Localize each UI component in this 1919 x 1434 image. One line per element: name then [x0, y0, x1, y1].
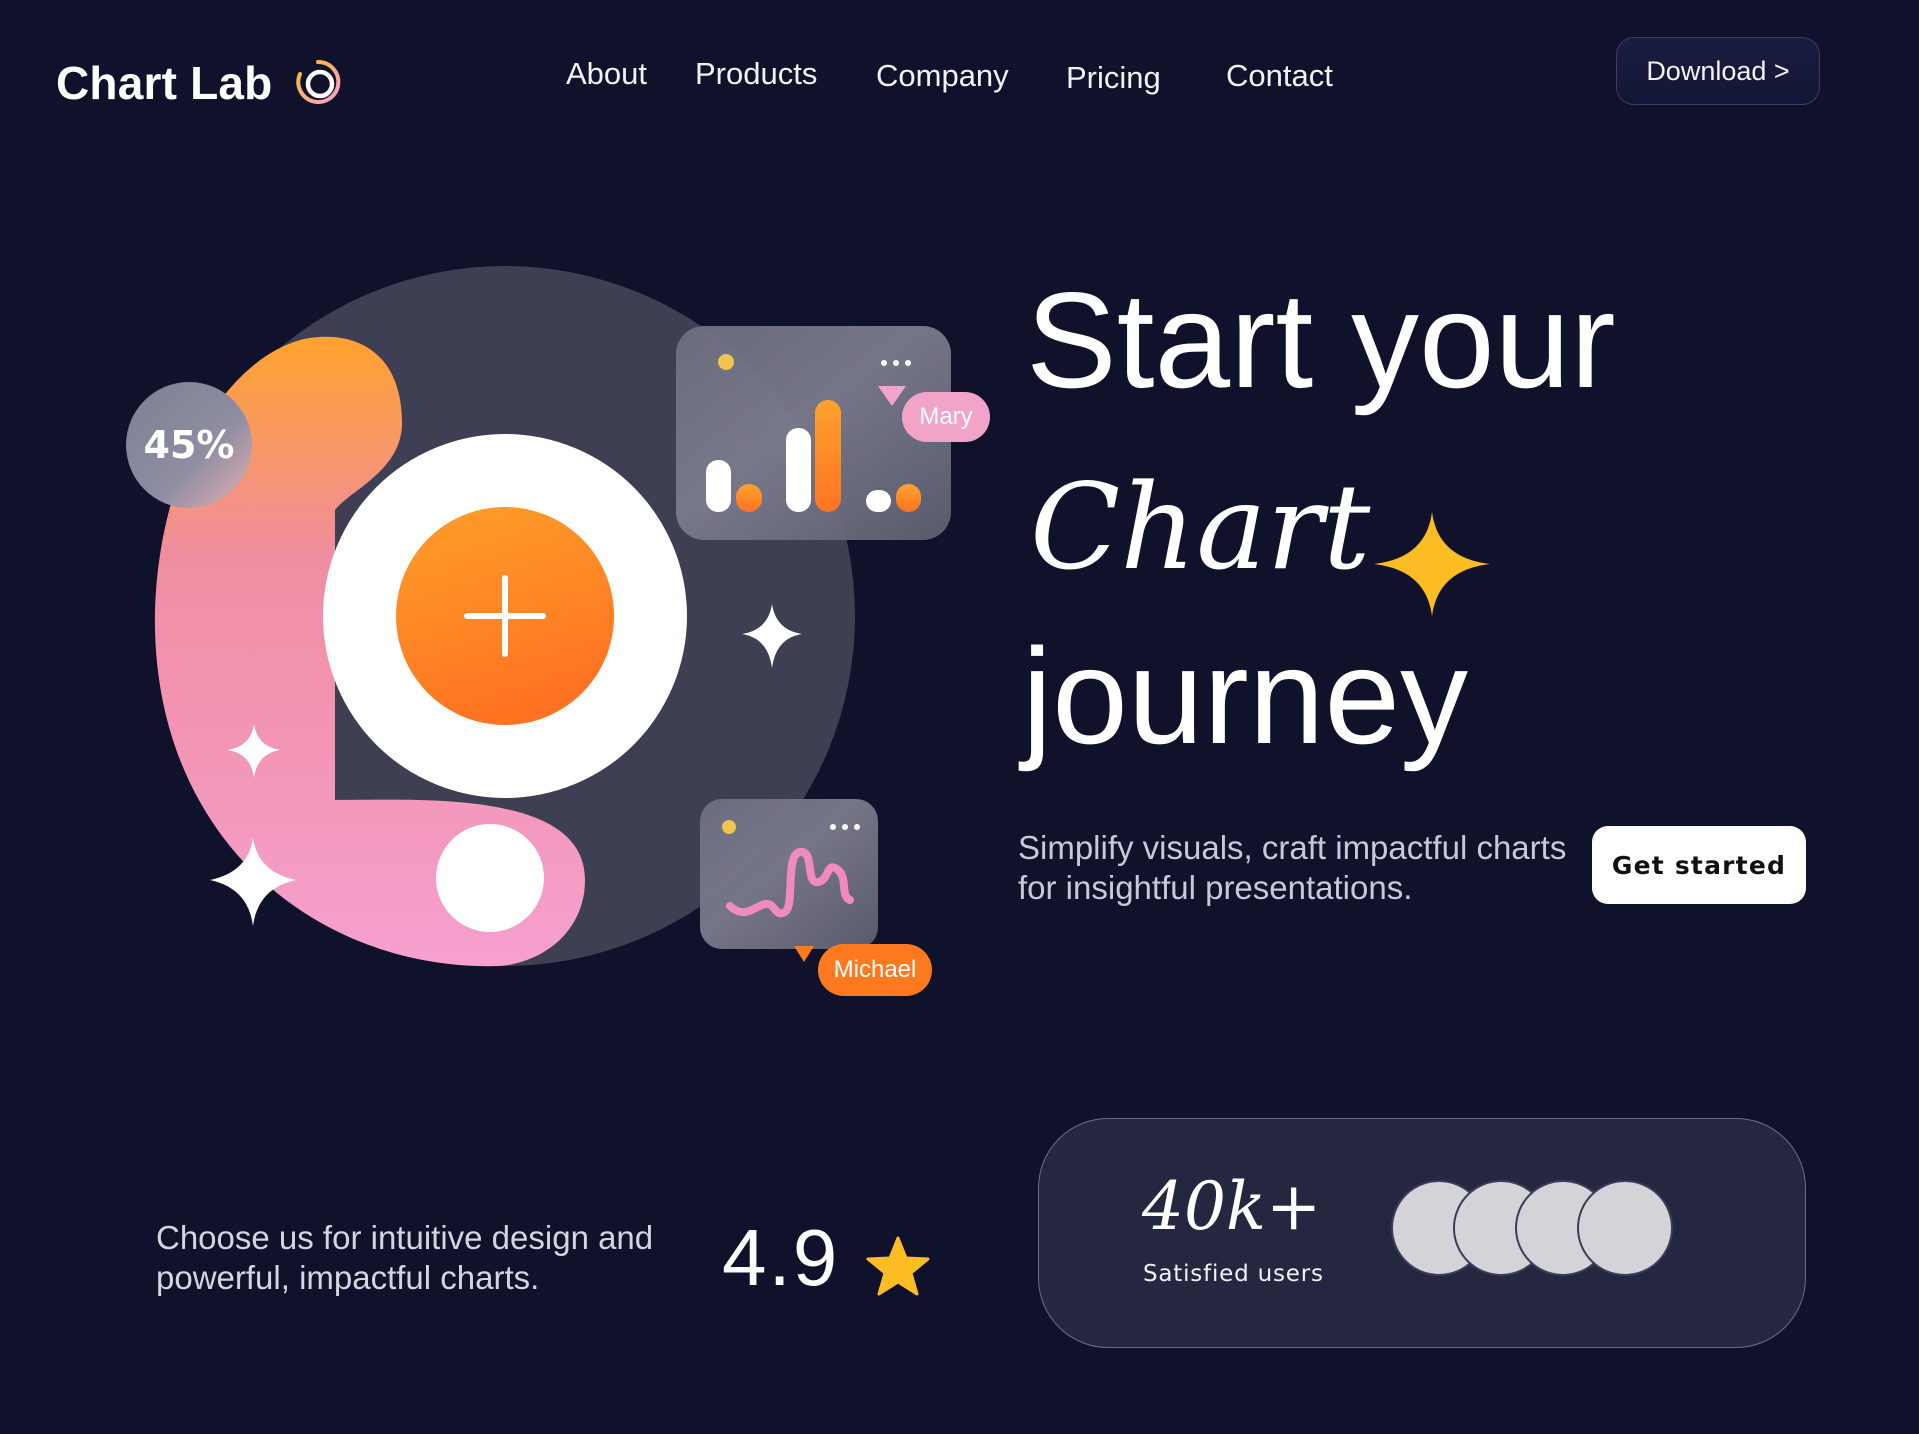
- plus-button: [396, 507, 614, 725]
- background-disc: [155, 266, 855, 966]
- brand-logo-text[interactable]: Chart Lab: [56, 56, 272, 110]
- choose-us-text: Choose us for intuitive design and power…: [156, 1219, 654, 1296]
- hero-title-line3: journey: [1022, 620, 1469, 772]
- hero-title-line1: Start your: [1026, 264, 1616, 416]
- get-started-button[interactable]: Get started: [1592, 826, 1806, 904]
- nav-products[interactable]: Products: [695, 56, 817, 92]
- sparkle-icon: [1374, 512, 1490, 616]
- nav-about[interactable]: About: [566, 56, 647, 92]
- small-white-circle: [436, 824, 544, 932]
- plus-icon: [464, 575, 546, 657]
- user-tag-mary: Mary: [902, 392, 990, 442]
- line-chart-card: [700, 799, 878, 949]
- avatar: [1577, 1180, 1673, 1276]
- rating-value: 4.9: [722, 1213, 840, 1302]
- hero-title-line2: Chart: [1030, 458, 1371, 596]
- more-dots-icon: [881, 360, 911, 366]
- nav-pricing[interactable]: Pricing: [1066, 60, 1161, 96]
- logo-ring-icon: [296, 59, 341, 104]
- percent-badge: 45%: [126, 382, 252, 508]
- download-button[interactable]: Download >: [1616, 37, 1820, 105]
- sparkle-icon: [210, 838, 296, 926]
- more-dots-icon: [830, 824, 860, 830]
- nav-contact[interactable]: Contact: [1226, 58, 1333, 94]
- hero-subtext: Simplify visuals, craft impactful charts…: [1018, 829, 1567, 906]
- nav-company[interactable]: Company: [876, 58, 1009, 94]
- white-ring: [323, 434, 687, 798]
- users-label: Satisfied users: [1143, 1261, 1324, 1287]
- star-icon: [866, 1236, 930, 1296]
- users-count: 40k+: [1142, 1168, 1322, 1245]
- sparkle-icon: [228, 724, 280, 778]
- user-tag-michael: Michael: [818, 944, 932, 996]
- sparkle-icon: [742, 604, 802, 668]
